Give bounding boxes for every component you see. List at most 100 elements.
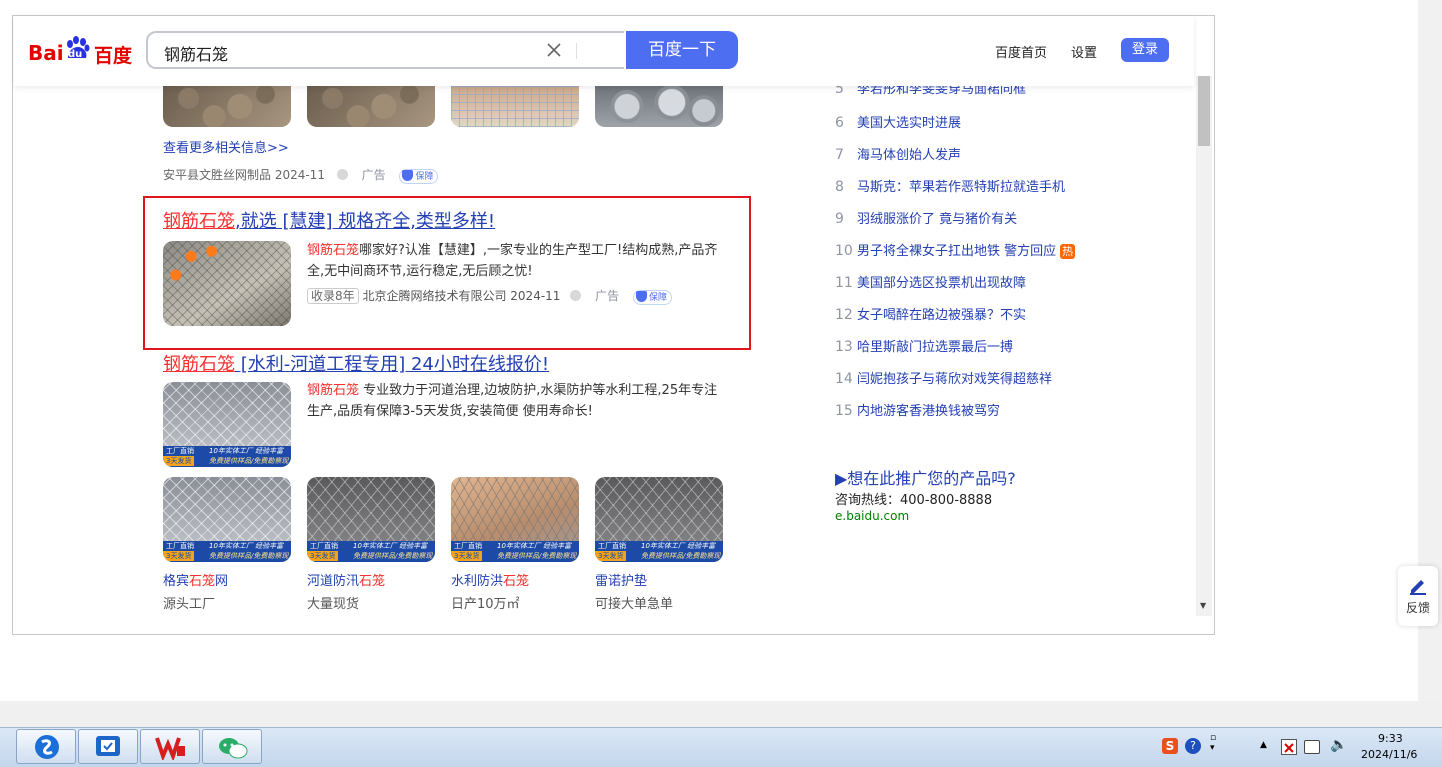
- hot-rank: 7: [835, 147, 844, 163]
- product-sub-gabion: 源头工厂: [163, 597, 216, 612]
- taskbar-wechat[interactable]: [202, 729, 262, 764]
- product-name-part: 水利防洪: [451, 574, 504, 589]
- baidu-logo[interactable]: Bai du 百度: [28, 34, 138, 67]
- hot-item-text[interactable]: 女子喝醉在路边被强暴？不实: [857, 308, 1026, 323]
- result1-guarantee-badge[interactable]: 保障: [399, 169, 439, 184]
- hot-item-text[interactable]: 羽绒服涨价了 竟与猪价有关: [857, 212, 1017, 227]
- hot-item[interactable]: 15 内地游客香港换钱被骂穷: [835, 400, 1175, 432]
- hot-item-text[interactable]: 美国大选实时进展: [857, 116, 961, 131]
- product-sub-reno: 可接大单急单: [595, 597, 674, 612]
- hot-item[interactable]: 11 美国部分选区投票机出现故障: [835, 272, 1175, 304]
- action-center-flag-icon[interactable]: [1281, 739, 1297, 755]
- hot-item-text[interactable]: 闫妮抱孩子与蒋欣对戏笑得超慈祥: [857, 372, 1052, 387]
- product-image-gabion[interactable]: 工厂直销 3天发货 10年实体工厂 经验丰富 免费提供样品/免费勘察现场: [163, 477, 291, 562]
- hot-item-text[interactable]: 男子将全裸女子扛出地铁 警方回应: [857, 244, 1056, 259]
- clear-icon[interactable]: [544, 40, 564, 60]
- banner-free-sample: 免费提供样品/免费勘察现场: [497, 552, 577, 560]
- banner-3day-ship: 3天发货: [307, 551, 339, 561]
- promo-banner: 工厂直销 3天发货 10年实体工厂 经验丰富 免费提供样品/免费勘察现场: [595, 541, 723, 562]
- result1-image-2[interactable]: [307, 86, 435, 127]
- hot-item[interactable]: 14 闫妮抱孩子与蒋欣对戏笑得超慈祥: [835, 368, 1175, 400]
- hot-item-text[interactable]: 哈里斯敲门拉选票最后一搏: [857, 340, 1013, 355]
- result2-desc-line1: 哪家好?认准【慧建】,一家专业的生产型工厂!结构成熟,产品齐: [359, 243, 718, 258]
- hot-rank: 6: [835, 115, 844, 131]
- hot-rank: 12: [835, 307, 853, 323]
- clock-time[interactable]: 9:33: [1378, 732, 1403, 745]
- banner-factory-direct: 工厂直销: [451, 541, 485, 551]
- hot-item[interactable]: 12 女子喝醉在路边被强暴？不实: [835, 304, 1175, 336]
- search-header: Bai du 百度 钢筋石笼 百度一下 百度首页 设置 登录: [14, 16, 1194, 86]
- result2-source-row: 收录8年 北京企腾网络技术有限公司 2024-11 广告 保障: [307, 287, 672, 305]
- search-divider: [576, 43, 577, 59]
- product-name-reno[interactable]: 雷诺护垫: [595, 570, 647, 589]
- promo-banner: 工厂直销 3天发货 10年实体工厂 经验丰富 免费提供样品/免费勘察现场: [163, 541, 291, 562]
- result2-desc-keyword: 钢筋石笼: [307, 243, 360, 258]
- scrollbar-thumb[interactable]: [1198, 76, 1210, 146]
- network-icon[interactable]: [1304, 740, 1320, 754]
- search-button[interactable]: 百度一下: [626, 31, 738, 69]
- sogou-input-icon[interactable]: S: [1162, 738, 1178, 754]
- show-hidden-icons-icon[interactable]: ▲: [1260, 740, 1267, 750]
- result3-desc-line1: 专业致力于河道治理,边坡防护,水渠防护等水利工程,25年专注: [359, 383, 718, 398]
- product-image-river[interactable]: 工厂直销 3天发货 10年实体工厂 经验丰富 免费提供样品/免费勘察现场: [307, 477, 435, 562]
- hot-rank: 11: [835, 275, 853, 291]
- product-sub-flood: 日产10万㎡: [451, 597, 520, 612]
- result3-main-image[interactable]: 工厂直销 3天发货 10年实体工厂 经验丰富 免费提供样品/免费勘察现场: [163, 382, 291, 467]
- product-name-river[interactable]: 河道防汛石笼: [307, 570, 385, 589]
- hot-item-text[interactable]: 海马体创始人发声: [857, 148, 961, 163]
- result2-guarantee-badge[interactable]: 保障: [632, 290, 672, 305]
- login-button[interactable]: 登录: [1121, 38, 1169, 62]
- scroll-down-arrow-icon[interactable]: ▼: [1200, 601, 1206, 610]
- page-scrollbar[interactable]: [1196, 76, 1212, 616]
- result2-tag: 收录8年: [307, 288, 359, 304]
- product-image-reno[interactable]: 工厂直销 3天发货 10年实体工厂 经验丰富 免费提供样品/免费勘察现场: [595, 477, 723, 562]
- shield-icon: [635, 291, 647, 302]
- more-info-link[interactable]: 查看更多相关信息>>: [163, 137, 289, 156]
- taskbar: S ? ▫ ▾ ▲ 🔈 9:33 2024/11/6: [0, 727, 1442, 767]
- result2-image[interactable]: [163, 241, 291, 326]
- search-query-text[interactable]: 钢筋石笼: [164, 41, 228, 65]
- banner-factory-direct: 工厂直销: [307, 541, 341, 551]
- banner-10yr: 10年实体工厂 经验丰富: [353, 542, 428, 550]
- promo-title[interactable]: ▶想在此推广您的产品吗?: [835, 465, 1016, 489]
- hot-item[interactable]: 7 海马体创始人发声: [835, 144, 1175, 176]
- product-name-gabion[interactable]: 格宾石笼网: [163, 570, 228, 589]
- nav-settings-link[interactable]: 设置: [1071, 42, 1097, 61]
- result2-title-keyword[interactable]: 钢筋石笼: [163, 211, 235, 232]
- search-input[interactable]: 钢筋石笼: [146, 31, 624, 69]
- hot-item[interactable]: 13 哈里斯敲门拉选票最后一搏: [835, 336, 1175, 368]
- hot-item[interactable]: 9 羽绒服涨价了 竟与猪价有关: [835, 208, 1175, 240]
- result1-source-row: 安平县文胜丝网制品 2024-11 广告 保障: [163, 166, 439, 184]
- product-name-flood[interactable]: 水利防洪石笼: [451, 570, 529, 589]
- promo-url[interactable]: e.baidu.com: [835, 509, 909, 523]
- nav-home-link[interactable]: 百度首页: [995, 42, 1047, 61]
- product-image-flood[interactable]: 工厂直销 3天发货 10年实体工厂 经验丰富 免费提供样品/免费勘察现场: [451, 477, 579, 562]
- result3-title-text[interactable]: [水利-河道工程专用] 24小时在线报价!: [235, 354, 549, 375]
- banner-factory-direct: 工厂直销: [163, 541, 197, 551]
- feedback-button[interactable]: 反馈: [1398, 566, 1438, 626]
- hot-item-text[interactable]: 马斯克：苹果若作恶特斯拉就造手机: [857, 180, 1065, 195]
- hot-item[interactable]: 8 马斯克：苹果若作恶特斯拉就造手机: [835, 176, 1175, 208]
- result2-title[interactable]: 钢筋石笼,就选 [慧建] 规格齐全,类型多样!: [163, 207, 495, 233]
- help-icon[interactable]: ?: [1185, 738, 1201, 754]
- taskbar-security-app[interactable]: [78, 729, 138, 764]
- banner-10yr: 10年实体工厂 经验丰富: [209, 542, 284, 550]
- hot-item-text[interactable]: 内地游客香港换钱被骂穷: [857, 404, 1000, 419]
- result1-image-1[interactable]: [163, 86, 291, 127]
- hot-item[interactable]: 10 男子将全裸女子扛出地铁 警方回应热: [835, 240, 1175, 272]
- result2-title-text[interactable]: ,就选 [慧建] 规格齐全,类型多样!: [235, 211, 495, 232]
- result3-title-keyword[interactable]: 钢筋石笼: [163, 354, 235, 375]
- taskbar-sogou-browser[interactable]: [16, 729, 76, 764]
- result3-title[interactable]: 钢筋石笼 [水利-河道工程专用] 24小时在线报价!: [163, 350, 549, 376]
- result1-image-4[interactable]: [595, 86, 723, 127]
- volume-icon[interactable]: 🔈: [1330, 737, 1347, 753]
- result1-image-3[interactable]: [451, 86, 579, 127]
- info-circle-icon[interactable]: [570, 290, 582, 301]
- hot-item-text[interactable]: 美国部分选区投票机出现故障: [857, 276, 1026, 291]
- info-circle-icon[interactable]: [336, 169, 348, 180]
- banner-10yr: 10年实体工厂 经验丰富: [641, 542, 716, 550]
- hot-item[interactable]: 6 美国大选实时进展: [835, 112, 1175, 144]
- taskbar-wps[interactable]: [140, 729, 200, 764]
- clock-date[interactable]: 2024/11/6: [1361, 748, 1417, 761]
- ime-options-icon[interactable]: ▫ ▾: [1210, 733, 1216, 753]
